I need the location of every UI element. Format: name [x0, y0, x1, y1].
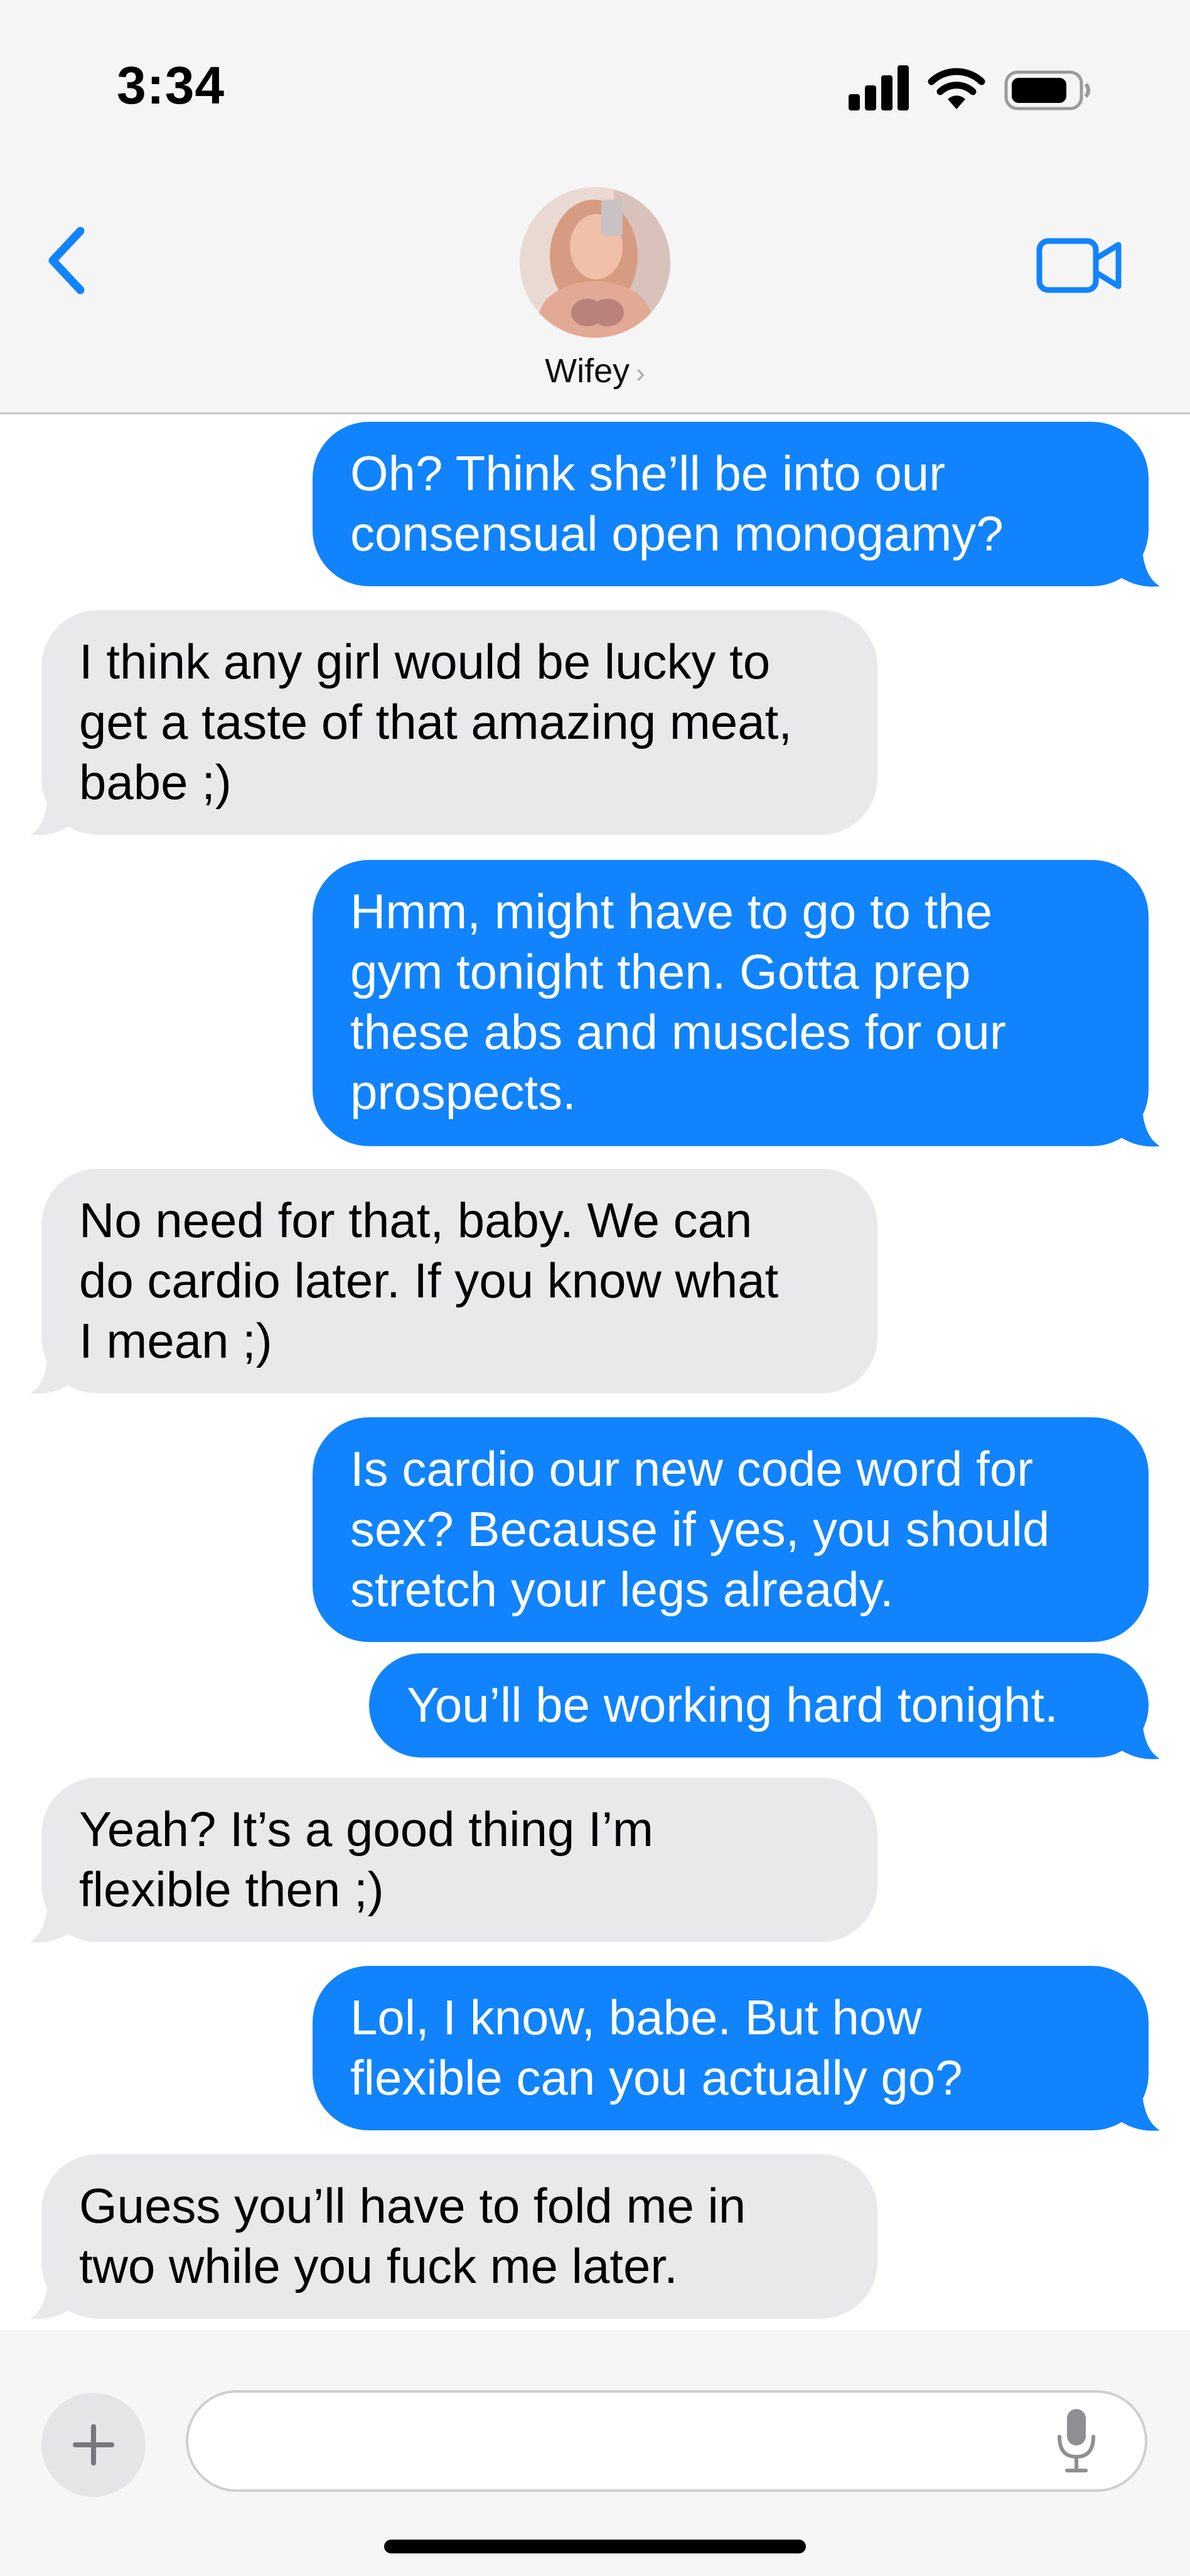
cellular-signal-icon	[849, 65, 911, 110]
chevron-right-icon: ›	[636, 358, 645, 389]
compose-bar	[0, 2330, 1190, 2576]
message-bubble-received[interactable]: I think any girl would be lucky to get a…	[41, 610, 877, 835]
contact-name-row[interactable]: Wifey ›	[0, 352, 1190, 390]
contact-name: Wifey	[545, 352, 630, 390]
plus-icon[interactable]	[41, 2393, 146, 2497]
message-bubble-sent[interactable]: Is cardio our new code word for sex? Bec…	[313, 1417, 1149, 1642]
message-bubble-sent[interactable]: Lol, I know, babe. But how flexible can …	[313, 1966, 1149, 2130]
bubble-tail	[30, 798, 73, 835]
message-bubble-sent[interactable]: You’ll be working hard tonight.	[369, 1653, 1149, 1758]
message-bubble-received[interactable]: Guess you’ll have to fold me in two whil…	[41, 2154, 877, 2319]
bubble-tail	[1117, 550, 1160, 587]
contact-avatar[interactable]	[520, 187, 670, 338]
microphone-icon[interactable]	[1054, 2407, 1098, 2476]
message-input[interactable]	[186, 2390, 1147, 2492]
battery-icon	[1004, 70, 1090, 110]
conversation-header: 3:34 Wifey ›	[0, 0, 1190, 414]
bubble-tail	[1117, 1722, 1160, 1759]
home-indicator[interactable]	[384, 2540, 806, 2553]
message-bubble-received[interactable]: No need for that, baby. We can do cardio…	[41, 1169, 877, 1393]
bubble-tail	[30, 1357, 73, 1394]
message-bubble-sent[interactable]: Oh? Think she’ll be into our consensual …	[313, 422, 1149, 586]
bubble-tail	[1117, 2094, 1160, 2131]
bubble-tail	[1117, 1110, 1160, 1147]
bubble-tail	[30, 1906, 73, 1943]
message-bubble-sent[interactable]: Hmm, might have to go to the gym tonight…	[313, 860, 1149, 1146]
bubble-tail	[30, 2282, 73, 2319]
back-chevron-icon[interactable]	[44, 226, 88, 295]
wifi-icon	[928, 68, 985, 109]
message-bubble-received[interactable]: Yeah? It’s a good thing I’m flexible the…	[41, 1778, 877, 1942]
facetime-video-icon[interactable]	[1036, 237, 1123, 294]
status-time: 3:34	[117, 56, 225, 115]
